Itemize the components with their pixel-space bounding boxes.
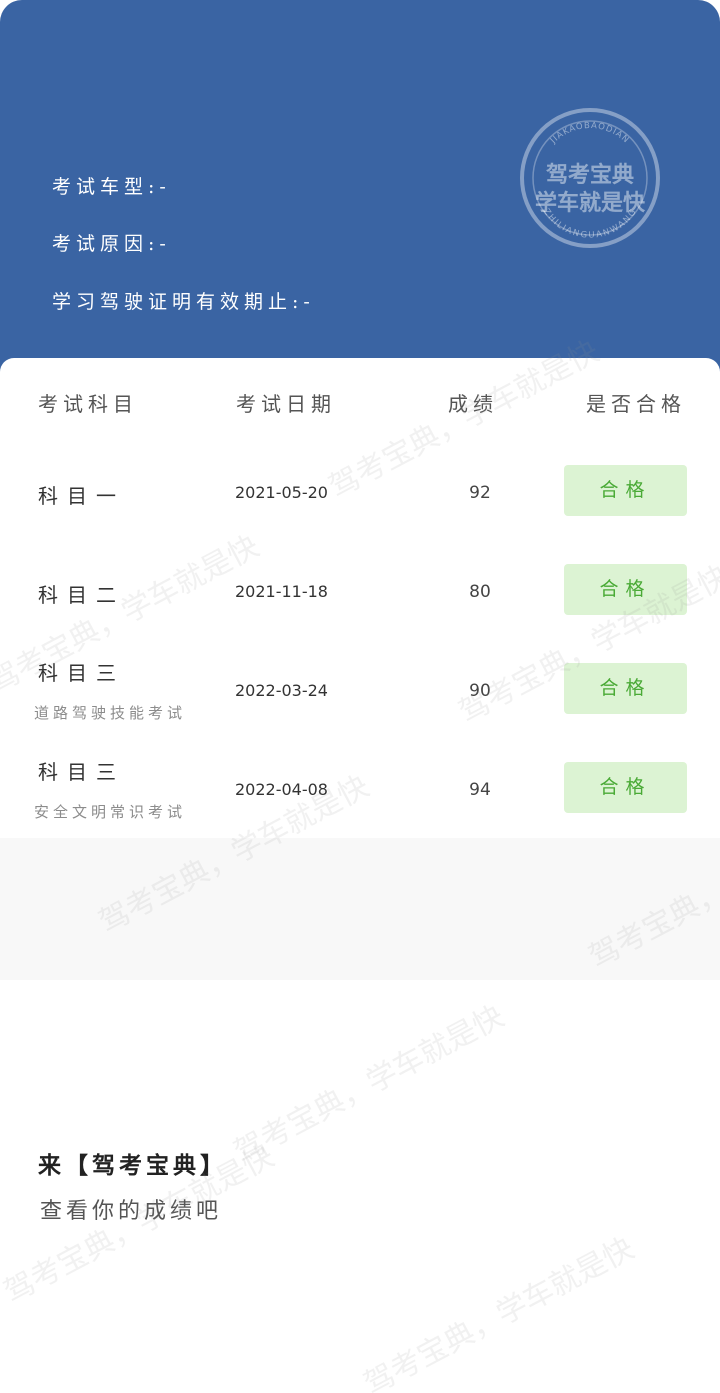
exam-info-header: 考试车型:- 考试原因:- 学习驾驶证明有效期止:- JIAKAOBAODIAN… xyxy=(0,0,720,372)
row-score: 80 xyxy=(469,582,491,602)
table-row: 科目二 2021-11-18 80 合格 xyxy=(0,541,720,640)
pass-badge: 合格 xyxy=(564,762,687,813)
watermark-text: 驾考宝典，学车就是快 xyxy=(358,1230,640,1393)
stamp-line-2: 学车就是快 xyxy=(535,190,646,216)
vehicle-type-line: 考试车型:- xyxy=(52,172,167,199)
row-date: 2022-04-08 xyxy=(235,780,328,799)
table-row: 科目三 安全文明常识考试 2022-04-08 94 合格 xyxy=(0,739,720,838)
stamp-line-1: 驾考宝典 xyxy=(546,162,634,188)
row-subject: 科目三 xyxy=(38,760,125,784)
row-subject-detail: 道路驾驶技能考试 xyxy=(34,704,187,722)
row-subject: 科目二 xyxy=(38,583,125,607)
row-subject-detail: 安全文明常识考试 xyxy=(34,803,187,821)
row-subject: 科目一 xyxy=(38,484,125,508)
row-score: 92 xyxy=(469,483,491,503)
stamp-top-text: JIAKAOBAODIAN xyxy=(548,121,630,147)
header-pass: 是否合格 xyxy=(586,392,686,416)
pass-badge: 合格 xyxy=(564,465,687,516)
row-score: 94 xyxy=(469,780,491,800)
row-subject: 科目三 xyxy=(38,661,125,685)
permit-expiry-value: - xyxy=(303,291,311,313)
promo-subtitle: 查看你的成绩吧 xyxy=(40,1199,223,1224)
exam-reason-label: 考试原因: xyxy=(52,233,160,255)
exam-reason-line: 考试原因:- xyxy=(52,229,167,256)
table-row: 科目一 2021-05-20 92 合格 xyxy=(0,442,720,541)
official-stamp-icon: JIAKAOBAODIAN ZHILIANGUANWANG 驾考宝典 学车就是快 xyxy=(520,108,660,248)
promo-title: 来【驾考宝典】 xyxy=(38,1152,227,1179)
pass-badge: 合格 xyxy=(564,564,687,615)
row-date: 2021-05-20 xyxy=(235,483,328,502)
exam-reason-value: - xyxy=(159,233,167,255)
header-date: 考试日期 xyxy=(236,392,336,416)
vehicle-type-value: - xyxy=(159,176,167,198)
permit-expiry-label: 学习驾驶证明有效期止: xyxy=(52,291,304,313)
row-date: 2021-11-18 xyxy=(235,582,328,601)
pass-badge: 合格 xyxy=(564,663,687,714)
header-subject: 考试科目 xyxy=(38,392,138,416)
score-report-page: 考试车型:- 考试原因:- 学习驾驶证明有效期止:- JIAKAOBAODIAN… xyxy=(0,0,720,1393)
svg-text:JIAKAOBAODIAN: JIAKAOBAODIAN xyxy=(548,121,631,147)
empty-grey-band xyxy=(0,838,720,980)
permit-expiry-line: 学习驾驶证明有效期止:- xyxy=(52,287,311,314)
vehicle-type-label: 考试车型: xyxy=(52,176,160,198)
row-score: 90 xyxy=(469,681,491,701)
row-date: 2022-03-24 xyxy=(235,681,328,700)
header-score: 成绩 xyxy=(448,392,498,416)
table-row: 科目三 道路驾驶技能考试 2022-03-24 90 合格 xyxy=(0,640,720,739)
watermark-text: 驾考宝典，学车就是快 xyxy=(228,998,510,1171)
